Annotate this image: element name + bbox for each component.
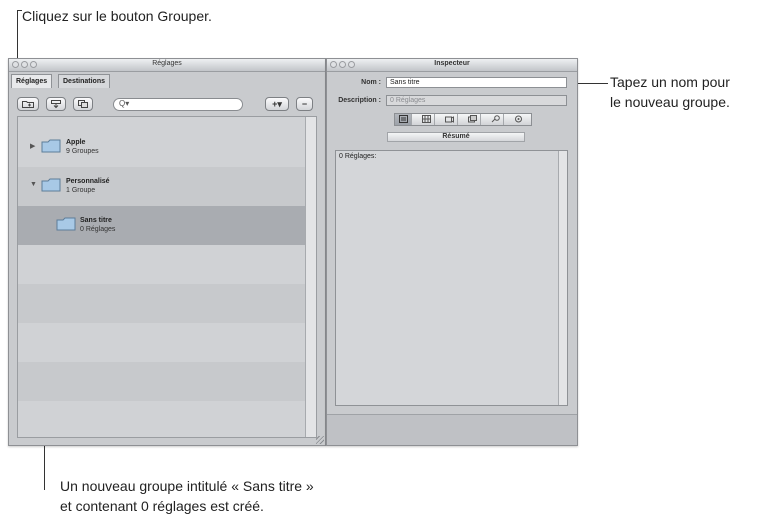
list-item-name: Personnalisé xyxy=(66,178,110,185)
filters-icon xyxy=(468,115,477,123)
summary-tab-button[interactable] xyxy=(395,114,412,125)
grid-icon xyxy=(422,115,431,123)
settings-titlebar[interactable]: Réglages xyxy=(9,59,325,72)
folder-icon xyxy=(41,139,61,153)
disclosure-triangle-icon[interactable]: ▼ xyxy=(30,181,37,188)
vertical-scrollbar[interactable] xyxy=(305,117,316,437)
resize-grip-icon[interactable] xyxy=(316,436,324,444)
summary-button[interactable]: Résumé xyxy=(387,132,525,142)
inspector-bottom-bar xyxy=(327,414,577,445)
geometry-tab-button[interactable] xyxy=(487,114,504,125)
name-label: Nom : xyxy=(361,79,381,86)
inspector-toolbar xyxy=(394,113,532,126)
list-item-subtitle: 1 Groupe xyxy=(66,187,96,194)
settings-list: ▶ Apple 9 Groupes ▼ Personnalisé 1 Group… xyxy=(17,116,317,438)
search-field[interactable]: Q▾ xyxy=(113,98,243,111)
callout-top-text: Cliquez sur le bouton Grouper. xyxy=(22,8,212,24)
list-item-subtitle: 0 Réglages xyxy=(80,226,116,233)
remove-button[interactable]: − xyxy=(296,97,313,111)
list-item-name: Apple xyxy=(66,139,86,146)
name-field[interactable]: Sans titre xyxy=(386,77,567,88)
list-empty-row xyxy=(18,362,316,401)
callout-right-text-1: Tapez un nom pour xyxy=(610,74,730,90)
add-menu-button[interactable]: +▾ xyxy=(265,97,289,111)
inspector-titlebar[interactable]: Inspecteur xyxy=(327,59,577,72)
search-icon: Q▾ xyxy=(119,99,130,108)
tab-reglages[interactable]: Réglages xyxy=(11,74,53,88)
list-empty-row xyxy=(18,284,316,323)
callout-bottom-text-2: et contenant 0 réglages est créé. xyxy=(60,498,264,514)
inspector-window: Inspecteur Nom : Sans titre Description … xyxy=(326,58,578,446)
description-label: Description : xyxy=(338,97,381,104)
duplicate-icon xyxy=(78,100,88,108)
frame-tab-button[interactable] xyxy=(441,114,458,125)
summary-text: 0 Réglages: xyxy=(339,153,377,160)
export-button[interactable] xyxy=(46,97,66,111)
video-icon xyxy=(445,116,454,123)
list-item-subtitle: 9 Groupes xyxy=(66,148,99,155)
actions-icon xyxy=(515,115,522,123)
list-item-sans-titre[interactable]: Sans titre 0 Réglages xyxy=(18,206,316,245)
list-item-name: Sans titre xyxy=(80,217,112,224)
disclosure-triangle-icon[interactable]: ▶ xyxy=(30,142,35,150)
geometry-icon xyxy=(491,115,500,123)
description-field[interactable]: 0 Réglages xyxy=(386,95,567,106)
export-icon xyxy=(51,100,61,109)
filters-tab-button[interactable] xyxy=(464,114,481,125)
group-button[interactable] xyxy=(17,97,39,111)
folder-add-icon xyxy=(22,101,34,108)
callout-bottom-text-1: Un nouveau groupe intitulé « Sans titre … xyxy=(60,478,314,494)
inspector-window-title: Inspecteur xyxy=(434,60,470,67)
settings-tabbar: Réglages Destinations xyxy=(9,72,325,89)
folder-icon xyxy=(56,217,76,231)
list-item-apple[interactable]: ▶ Apple 9 Groupes xyxy=(18,128,316,167)
duplicate-button[interactable] xyxy=(73,97,93,111)
settings-window-title: Réglages xyxy=(152,60,182,67)
tab-destinations[interactable]: Destinations xyxy=(58,74,111,88)
summary-icon xyxy=(399,115,408,123)
settings-window: Réglages Réglages Destinations Q▾ +▾ − ▶ xyxy=(8,58,326,446)
list-item-personnalise[interactable]: ▼ Personnalisé 1 Groupe xyxy=(18,167,316,206)
encoder-tab-button[interactable] xyxy=(418,114,435,125)
folder-icon xyxy=(41,178,61,192)
summary-text-area[interactable]: 0 Réglages: xyxy=(335,150,568,406)
callout-right-text-2: le nouveau groupe. xyxy=(610,94,730,110)
actions-tab-button[interactable] xyxy=(510,114,527,125)
vertical-scrollbar[interactable] xyxy=(558,151,567,405)
